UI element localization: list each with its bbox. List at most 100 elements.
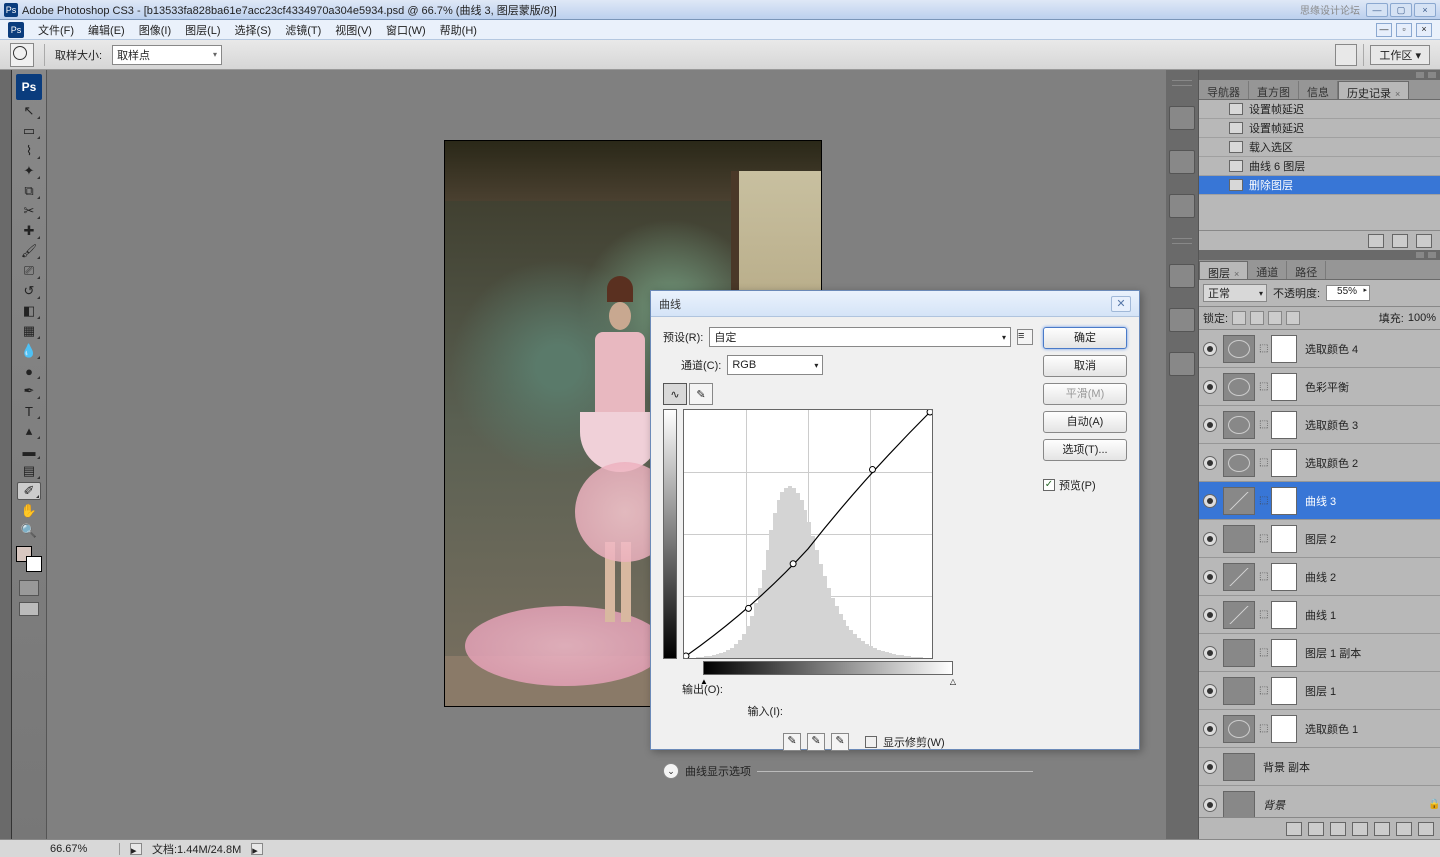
zoom-level[interactable]: 66.67%	[50, 843, 120, 855]
dialog-titlebar[interactable]: 曲线 ✕	[651, 291, 1139, 317]
eraser-tool[interactable]: ◧	[17, 302, 41, 320]
blur-tool[interactable]: 💧	[17, 342, 41, 360]
smooth-button[interactable]: 平滑(M)	[1043, 383, 1127, 405]
layer-mask-thumb[interactable]	[1271, 335, 1297, 363]
link-icon[interactable]: ⬚	[1259, 457, 1267, 468]
tab-layers[interactable]: 图层×	[1199, 261, 1248, 279]
layer-name[interactable]: 背景	[1259, 797, 1424, 813]
layer-mask-thumb[interactable]	[1271, 373, 1297, 401]
layer-mask-thumb[interactable]	[1271, 525, 1297, 553]
layer-row[interactable]: ⬚ 图层 2	[1199, 520, 1440, 558]
tab-info[interactable]: 信息	[1299, 81, 1338, 99]
curve-point-tool[interactable]: ∿	[663, 383, 687, 405]
lock-pixels-icon[interactable]	[1250, 311, 1264, 325]
zoom-tool[interactable]: 🔍	[17, 522, 41, 540]
layer-mask-thumb[interactable]	[1271, 449, 1297, 477]
hand-tool[interactable]: ✋	[17, 502, 41, 520]
dock-icon-2[interactable]	[1169, 150, 1195, 174]
close-button[interactable]: ×	[1414, 3, 1436, 17]
slice-tool[interactable]: ✂	[17, 202, 41, 220]
layer-thumb[interactable]	[1223, 563, 1255, 591]
status-menu-icon[interactable]: ▸	[130, 843, 142, 855]
path-select-tool[interactable]: ▴	[17, 422, 41, 440]
brush-tool[interactable]: 🖌	[17, 242, 41, 260]
layer-mask-thumb[interactable]	[1271, 601, 1297, 629]
preset-menu-icon[interactable]: ≡	[1017, 329, 1033, 345]
delete-layer-icon[interactable]	[1418, 822, 1434, 836]
layer-name[interactable]: 曲线 2	[1301, 569, 1440, 585]
tab-histogram[interactable]: 直方图	[1249, 81, 1299, 99]
visibility-icon[interactable]	[1203, 608, 1217, 622]
stamp-tool[interactable]: ⎚	[17, 262, 41, 280]
layer-thumb[interactable]	[1223, 791, 1255, 818]
link-icon[interactable]: ⬚	[1259, 533, 1267, 544]
menu-view[interactable]: 视图(V)	[335, 22, 372, 38]
lock-all-icon[interactable]	[1286, 311, 1300, 325]
layer-name[interactable]: 图层 1 副本	[1301, 645, 1440, 661]
layer-row[interactable]: ⬚色彩平衡	[1199, 368, 1440, 406]
visibility-icon[interactable]	[1203, 798, 1217, 812]
input-gradient[interactable]	[703, 661, 953, 675]
tab-paths[interactable]: 路径	[1287, 261, 1326, 279]
visibility-icon[interactable]	[1203, 760, 1217, 774]
dock-icon-1[interactable]	[1169, 106, 1195, 130]
layer-mask-thumb[interactable]	[1271, 639, 1297, 667]
history-item[interactable]: 载入选区	[1199, 138, 1440, 157]
screenmode-button[interactable]	[19, 602, 39, 616]
layer-row[interactable]: ⬚选取颜色 3	[1199, 406, 1440, 444]
layer-thumb[interactable]	[1223, 373, 1255, 401]
layer-name[interactable]: 曲线 3	[1301, 493, 1440, 509]
history-snapshot-icon[interactable]	[1368, 234, 1384, 248]
history-item[interactable]: 曲线 6 图层	[1199, 157, 1440, 176]
adjustment-layer-icon[interactable]	[1352, 822, 1368, 836]
lock-pos-icon[interactable]	[1268, 311, 1282, 325]
doc-close-button[interactable]: ×	[1416, 23, 1432, 37]
gray-dropper-icon[interactable]: ✎	[807, 733, 825, 751]
link-layers-icon[interactable]	[1286, 822, 1302, 836]
layer-thumb[interactable]	[1223, 487, 1255, 515]
layer-name[interactable]: 选取颜色 2	[1301, 455, 1440, 471]
dodge-tool[interactable]: ●	[17, 362, 41, 380]
sample-size-select[interactable]: 取样点	[112, 45, 222, 65]
layer-thumb[interactable]	[1223, 639, 1255, 667]
visibility-icon[interactable]	[1203, 380, 1217, 394]
layer-name[interactable]: 色彩平衡	[1301, 379, 1440, 395]
visibility-icon[interactable]	[1203, 494, 1217, 508]
background-swatch[interactable]	[26, 556, 42, 572]
layer-thumb[interactable]	[1223, 601, 1255, 629]
menu-layer[interactable]: 图层(L)	[185, 22, 220, 38]
dialog-close-icon[interactable]: ✕	[1111, 296, 1131, 312]
layer-mask-thumb[interactable]	[1271, 563, 1297, 591]
dock-icon-6[interactable]	[1169, 352, 1195, 376]
layer-thumb[interactable]	[1223, 449, 1255, 477]
layer-thumb[interactable]	[1223, 677, 1255, 705]
ok-button[interactable]: 确定	[1043, 327, 1127, 349]
link-icon[interactable]: ⬚	[1259, 343, 1267, 354]
shape-tool[interactable]: ▬	[17, 442, 41, 460]
gradient-tool[interactable]: ▦	[17, 322, 41, 340]
layer-name[interactable]: 图层 1	[1301, 683, 1440, 699]
visibility-icon[interactable]	[1203, 456, 1217, 470]
layer-row[interactable]: ⬚ 选取颜色 2	[1199, 444, 1440, 482]
opacity-input[interactable]: 55%	[1326, 285, 1370, 301]
link-icon[interactable]: ⬚	[1259, 723, 1267, 734]
maximize-button[interactable]: ▢	[1390, 3, 1412, 17]
black-dropper-icon[interactable]: ✎	[783, 733, 801, 751]
layer-mask-thumb[interactable]	[1271, 677, 1297, 705]
menu-help[interactable]: 帮助(H)	[440, 22, 477, 38]
color-swatches[interactable]	[16, 546, 42, 572]
visibility-icon[interactable]	[1203, 342, 1217, 356]
link-icon[interactable]: ⬚	[1259, 419, 1267, 430]
dock-grip[interactable]	[1172, 238, 1192, 244]
layer-thumb[interactable]	[1223, 335, 1255, 363]
tool-dock-tab[interactable]	[0, 70, 12, 839]
options-button[interactable]: 选项(T)...	[1043, 439, 1127, 461]
link-icon[interactable]: ⬚	[1259, 609, 1267, 620]
layer-name[interactable]: 图层 2	[1301, 531, 1440, 547]
history-item[interactable]: 设置帧延迟	[1199, 100, 1440, 119]
layer-mask-thumb[interactable]	[1271, 411, 1297, 439]
visibility-icon[interactable]	[1203, 646, 1217, 660]
layer-group-icon[interactable]	[1374, 822, 1390, 836]
layer-name[interactable]: 曲线 1	[1301, 607, 1440, 623]
layer-row[interactable]: 背景🔒	[1199, 786, 1440, 817]
